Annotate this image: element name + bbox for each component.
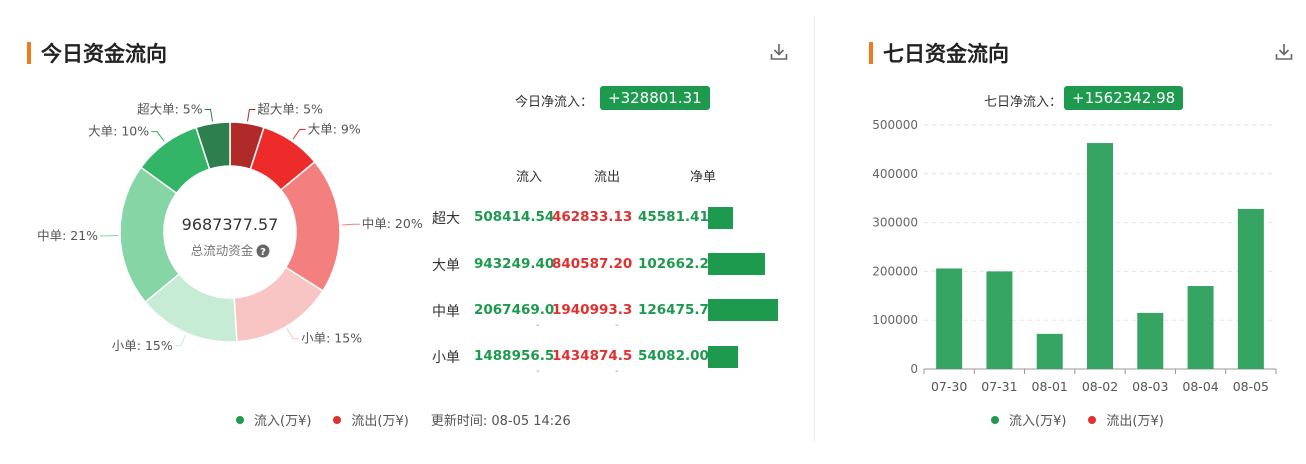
row-net: 126475.7 [638,302,709,318]
x-tick-label: 08-05 [1233,379,1269,394]
outflow-dot-icon [1088,415,1097,424]
donut-label-line [341,223,360,226]
donut-label-line [286,328,300,340]
row-inflow: 943249.40 [474,256,555,272]
inflow-dot-icon [991,415,999,424]
week-legend: 流入(万¥) 流出(万¥) [991,410,1186,429]
today-legend: 流入(万¥) 流出(万¥) 更新时间: 08-05 14:26 [236,410,571,429]
bar[interactable] [1187,286,1214,369]
row-inflow: 2067469.0 [474,302,555,318]
bar[interactable] [1237,208,1264,369]
row-inflow: 1488956.5 [474,348,555,364]
bar[interactable] [936,268,963,369]
donut-label-line [174,334,186,347]
table-header-net: 净单 [690,170,717,185]
donut-slice-label: 小单: 15% [301,331,362,346]
row-label: 中单 [432,304,460,320]
title-accent-bar [869,42,873,64]
bar[interactable] [1087,143,1113,369]
legend-outflow-label: 流出(万¥) [1106,414,1164,429]
donut-label-line [151,131,165,142]
panel-divider [814,16,815,442]
outflow-dot-icon [333,415,342,424]
row-outflow-dash: - [615,320,619,331]
row-net-bar [708,207,733,229]
row-outflow: 1940993.3 [552,302,633,318]
y-tick-label: 400000 [872,167,918,181]
row-outflow: 840587.20 [552,256,633,272]
legend-inflow[interactable]: 流入(万¥) [991,410,1066,429]
x-tick-label: 08-02 [1082,379,1118,394]
download-icon[interactable] [769,42,789,62]
week-panel-title: 七日资金流向 [869,38,1009,68]
donut-slice-label: 中单: 21% [37,228,98,243]
donut-slice-label: 中单: 20% [362,216,423,231]
y-tick-label: 0 [910,362,918,376]
x-tick-label: 07-31 [981,379,1017,394]
table-header-out: 流出 [594,170,621,185]
row-inflow-dash: - [536,320,540,331]
x-tick-label: 08-01 [1032,379,1068,394]
row-net-bar [708,346,738,368]
svg-text:?: ? [260,247,266,258]
row-outflow: 462833.13 [552,209,633,225]
donut-slice-label: 超大单: 5% [137,102,203,117]
x-tick-label: 07-30 [931,379,967,394]
y-tick-label: 100000 [872,313,918,327]
donut-center-value: 9687377.57 [182,215,279,234]
row-net: 45581.41 [638,209,709,225]
row-label: 大单 [432,258,460,274]
legend-inflow-label: 流入(万¥) [1009,414,1067,429]
y-tick-label: 500000 [872,118,918,132]
capital-distribution-donut: 超大单: 5% 大单: 9% 中单: 20% 小单: 15% 小单: 15% 中单: 21… [37,102,423,353]
donut-center-label: 总流动资金 [191,243,254,258]
legend-outflow-label: 流出(万¥) [351,414,409,429]
bar[interactable] [1137,312,1164,369]
today-net-label: 今日净流入： [515,95,594,110]
bar[interactable] [986,271,1013,369]
donut-label-line [247,109,256,122]
donut-label-line [292,128,306,140]
today-panel-title: 今日资金流向 [27,38,167,68]
week-net-label: 七日净流入： [984,95,1063,110]
row-net-bar [708,299,778,321]
x-tick-label: 08-04 [1182,379,1218,394]
week-title-text: 七日资金流向 [883,42,1009,66]
row-net-bar [708,253,765,275]
legend-inflow[interactable]: 流入(万¥) [236,410,311,429]
table-header-in: 流入 [516,170,543,185]
donut-slice-label: 小单: 15% [112,338,173,353]
legend-inflow-label: 流入(万¥) [254,414,312,429]
download-icon[interactable] [1274,42,1294,62]
legend-outflow[interactable]: 流出(万¥) [333,410,409,429]
donut-slice-label: 大单: 9% [308,121,361,136]
x-tick-label: 08-03 [1132,379,1168,394]
donut-slice-label: 大单: 10% [88,124,149,139]
y-tick-label: 300000 [872,216,918,230]
donut-slice-label: 超大单: 5% [257,102,323,117]
today-title-text: 今日资金流向 [41,42,167,66]
row-label: 超大 [432,211,460,227]
bar[interactable] [1036,333,1063,369]
row-net: 54082.00 [638,348,709,364]
today-net-value: +328801.31 [600,86,710,110]
week-net-value: +1562342.98 [1064,86,1184,110]
help-icon[interactable]: ? [256,244,270,259]
y-tick-label: 200000 [872,264,918,278]
row-net: 102662.2 [638,256,709,272]
row-inflow: 508414.54 [474,209,555,225]
inflow-dot-icon [236,415,244,424]
seven-day-bar-chart: 0 100000 200000 300000 400000 500000 07-30 07-3… [872,118,1277,394]
title-accent-bar [27,42,31,64]
row-inflow-dash: - [536,366,540,377]
row-outflow: 1434874.5 [552,348,633,364]
row-label: 小单 [432,350,460,366]
row-outflow-dash: - [615,366,619,377]
legend-outflow[interactable]: 流出(万¥) [1088,410,1164,429]
donut-label-line [204,109,213,122]
update-time: 更新时间: 08-05 14:26 [430,414,571,429]
